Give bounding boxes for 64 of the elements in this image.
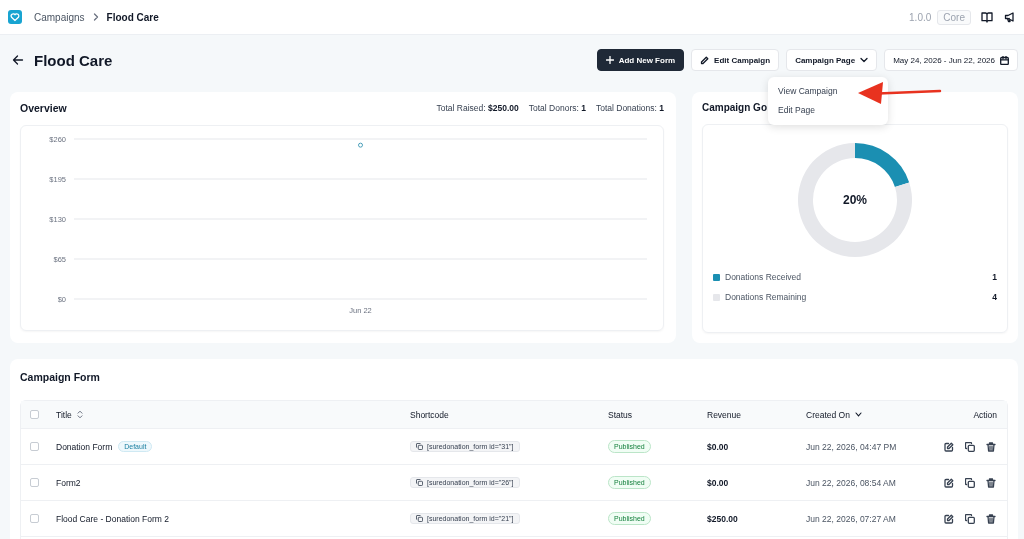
edit-icon[interactable] <box>944 477 954 488</box>
plan-badge: Core <box>937 9 971 25</box>
copy-icon <box>416 479 423 486</box>
book-icon[interactable] <box>981 11 993 23</box>
column-header[interactable]: Title <box>56 409 72 420</box>
revenue-text: $250.00 <box>707 513 738 524</box>
duplicate-icon[interactable] <box>965 477 975 488</box>
date-text: Jun 22, 2026, 08:54 AM <box>806 477 896 488</box>
breadcrumb-current: Flood Care <box>106 11 159 23</box>
section-title: Campaign Form <box>20 371 101 383</box>
copy-icon <box>416 515 423 522</box>
stat-text: Total Donors: 1 <box>528 103 586 113</box>
trash-icon[interactable] <box>986 441 996 452</box>
edit-icon[interactable] <box>944 441 954 452</box>
date-text: Jun 22, 2026, 07:27 AM <box>806 513 896 524</box>
pencil-icon <box>700 55 710 65</box>
card-title: Overview <box>20 102 67 114</box>
plus-icon <box>605 56 614 64</box>
stat-text: Total Raised: $250.00 <box>436 103 519 113</box>
trash-icon[interactable] <box>986 513 996 524</box>
legend-label: Donations Received <box>725 272 802 282</box>
column-header[interactable]: Created On <box>806 409 850 420</box>
checkbox[interactable] <box>30 514 39 523</box>
data-point <box>358 142 363 148</box>
card-title: Campaign Go <box>702 102 767 113</box>
duplicate-icon[interactable] <box>965 513 975 524</box>
chevron-right-icon <box>92 13 99 21</box>
version-label: 1.0.0 <box>909 11 932 23</box>
column-header: Revenue <box>707 409 742 420</box>
column-header: Action <box>973 409 997 420</box>
logo-icon <box>8 10 22 24</box>
back-arrow-icon[interactable] <box>12 54 24 66</box>
add-form-button[interactable]: Add New Form <box>596 49 685 71</box>
form-title: Form2 <box>56 477 81 488</box>
checkbox[interactable] <box>30 442 39 451</box>
dropdown-button[interactable]: Campaign Page <box>786 49 878 71</box>
column-header: Status <box>608 409 633 420</box>
edit-button[interactable]: Edit Campaign <box>691 49 780 71</box>
menu-item[interactable]: View Campaign <box>768 82 888 101</box>
column-header: Shortcode <box>410 409 449 420</box>
edit-icon[interactable] <box>944 513 954 524</box>
form-title: Flood Care - Donation Form 2 <box>56 513 169 524</box>
megaphone-icon[interactable] <box>1004 11 1016 23</box>
annotation-arrow-icon <box>856 80 942 106</box>
checkbox[interactable] <box>30 478 39 487</box>
legend-count: 1 <box>992 272 997 282</box>
checkbox[interactable] <box>30 410 39 419</box>
form-title: Donation Form <box>56 441 113 452</box>
copy-icon <box>416 443 423 450</box>
revenue-text: $0.00 <box>707 477 729 488</box>
menu-item[interactable]: Edit Page <box>768 101 888 120</box>
legend-count: 4 <box>992 292 997 302</box>
revenue-text: $0.00 <box>707 441 729 452</box>
trash-icon[interactable] <box>986 477 996 488</box>
page-title: Flood Care <box>34 51 113 69</box>
duplicate-icon[interactable] <box>965 441 975 452</box>
chevron-down-icon <box>860 57 869 63</box>
percent-label: 20% <box>842 193 868 207</box>
date-text: Jun 22, 2026, 04:47 PM <box>806 441 897 452</box>
calendar-icon <box>1000 55 1009 65</box>
legend-label: Donations Remaining <box>725 292 807 302</box>
stat-text: Total Donations: 1 <box>595 103 664 113</box>
breadcrumb-link[interactable]: Campaigns <box>34 11 85 23</box>
date-range-picker[interactable]: May 24, 2026 - Jun 22, 2026 <box>884 49 1018 71</box>
